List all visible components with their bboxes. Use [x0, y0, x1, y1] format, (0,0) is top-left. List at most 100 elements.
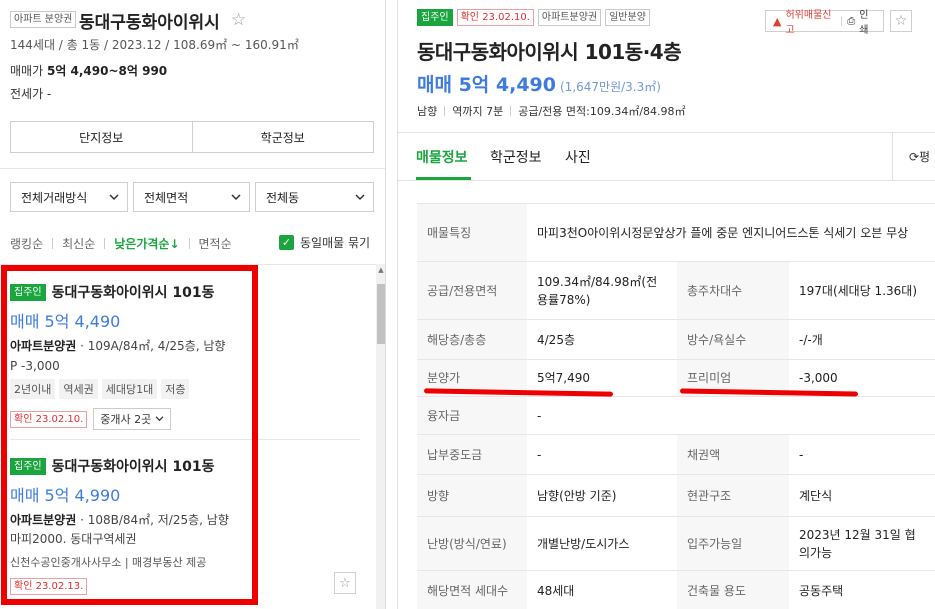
detail-direction: 남향 — [417, 105, 438, 118]
broker-count: 중개사 2곳 — [100, 413, 152, 426]
listing-title[interactable]: 동대구동화아이위시 101동 — [52, 456, 215, 476]
detail-area: 공급/전용 면적:109.34㎡/84.98㎡ — [518, 105, 686, 118]
feature-chip: 역세권 — [59, 379, 98, 399]
checkbox-checked-icon[interactable]: ✓ — [279, 235, 294, 250]
row-header: 공급/전용면적 — [417, 261, 527, 320]
table-row: 해당층/총층 4/25층 방수/욕실수 -/-개 — [417, 319, 935, 360]
broker-dropdown[interactable]: 중개사 2곳 — [93, 408, 172, 430]
table-row: 납부중도금 - 채권액 - — [417, 434, 935, 475]
listing-item[interactable]: 집주인 동대구동화아이위시 101동 매매 5억 4,990 아파트분양권 · … — [10, 456, 360, 595]
detail-price: 매매 5억 4,490 (1,647만원/3.3㎡) — [417, 70, 661, 97]
feature-chip: 세대당1대 — [101, 379, 158, 399]
listing-panel: 아파트 분양권 동대구동화아이위시 ☆ 144세대 / 총 1동 / 2023.… — [0, 0, 386, 609]
detail-title: 동대구동화아이위시 101동·4층 — [417, 40, 682, 64]
listing-extra: 마피2000. 동대구역세권 — [10, 532, 137, 546]
same-listing-label: 동일매물 묶기 — [300, 236, 371, 250]
sort-low-price[interactable]: 낮은가격순↓ — [114, 235, 179, 252]
chevron-down-icon — [109, 193, 119, 200]
favorite-star-icon[interactable]: ☆ — [890, 10, 912, 32]
refresh-icon: ⟳ — [908, 149, 919, 164]
table-row: 방향 남향(안방 기준) 현관구조 계단식 — [417, 474, 935, 517]
report-print-group: ▲ 허위매물신고 | ⎙ 인쇄 — [765, 10, 884, 36]
complex-type-tag: 아파트 분양권 — [10, 11, 77, 28]
tab-listing-info[interactable]: 매물정보 — [416, 147, 468, 167]
row-value: 공동주택 — [789, 570, 935, 609]
row-header: 현관구조 — [677, 474, 789, 517]
listing-type: 아파트분양권 — [10, 339, 77, 353]
complex-jeonse: 전세가 - — [10, 87, 52, 101]
row-value: - — [527, 396, 935, 435]
table-row: 해당면적 세대수 48세대 건축물 용도 공동주택 — [417, 570, 935, 609]
report-button[interactable]: 허위매물신고 — [785, 6, 835, 36]
refresh-label: 평 — [919, 150, 931, 164]
favorite-star-icon[interactable]: ☆ — [334, 572, 356, 594]
listing-extra: P -3,000 — [10, 359, 60, 373]
listing-detail: · 109A/84㎡, 4/25층, 남향 — [76, 339, 226, 353]
row-header: 총주차대수 — [677, 261, 789, 320]
row-header: 매물특징 — [417, 203, 527, 262]
row-value: -/-개 — [789, 319, 935, 360]
row-value: - — [527, 434, 677, 475]
scrollbar-thumb[interactable] — [377, 284, 385, 344]
filter-trade-type[interactable]: 전체거래방식 — [10, 182, 128, 212]
detail-actions: ▲ 허위매물신고 | ⎙ 인쇄 ☆ — [765, 10, 912, 36]
divider — [0, 168, 386, 169]
listing-title[interactable]: 동대구동화아이위시 101동 — [52, 282, 215, 302]
tab-school[interactable]: 학군정보 — [490, 147, 542, 167]
tab-complex-info[interactable]: 단지정보 — [11, 122, 192, 152]
siren-icon: ▲ — [773, 14, 782, 28]
print-icon: ⎙ — [847, 15, 856, 27]
listing-type: 아파트분양권 — [10, 513, 77, 527]
tab-photos[interactable]: 사진 — [565, 147, 591, 167]
complex-tabs: 단지정보 학군정보 — [10, 121, 374, 153]
filter-building-label: 전체동 — [266, 190, 300, 205]
row-value: 4/25층 — [527, 319, 677, 360]
feature-chip: 2년이내 — [10, 379, 56, 399]
divider — [10, 439, 360, 440]
tab-school-info[interactable]: 학군정보 — [191, 122, 374, 152]
divider — [398, 132, 935, 133]
listing-price: 매매 5억 4,990 — [10, 486, 121, 505]
feature-chip: 저층 — [161, 379, 190, 399]
row-header: 방향 — [417, 474, 527, 517]
filter-area[interactable]: 전체면적 — [133, 182, 250, 212]
row-header: 납부중도금 — [417, 434, 527, 475]
row-value: 남향(안방 기준) — [527, 474, 677, 517]
detail-price-value: 매매 5억 4,490 — [417, 74, 556, 96]
detail-panel: 집주인 확인 23.02.10. 아파트분양권 일반분양 ▲ 허위매물신고 | … — [397, 0, 935, 609]
listing-chips: 2년이내 역세권 세대당1대 저층 — [10, 379, 360, 399]
chevron-down-icon — [231, 193, 241, 200]
divider — [398, 180, 935, 181]
favorite-star-icon[interactable]: ☆ — [231, 10, 246, 30]
row-header: 해당층/총층 — [417, 319, 527, 360]
listing-price: 매매 5억 4,490 — [10, 312, 121, 331]
detail-price-unit: (1,647만원/3.3㎡) — [560, 80, 661, 94]
detail-station: 역까지 7분 — [452, 105, 504, 118]
refresh-button[interactable]: ⟳ 평 — [892, 133, 935, 180]
owner-badge: 집주인 — [10, 283, 46, 301]
sale-type-tag: 일반분양 — [605, 9, 650, 26]
row-header: 입주가능일 — [677, 516, 789, 571]
listing-source: 신천수공인중개사사무소 | 매경부동산 제공 — [10, 556, 207, 569]
row-value: 마피3천O아이위시정문앞상가 플에 중문 엔지니어드스톤 식세기 오븐 무상 — [527, 203, 935, 262]
listing-item[interactable]: 집주인 동대구동화아이위시 101동 매매 5억 4,490 아파트분양권 · … — [10, 282, 360, 430]
filter-building[interactable]: 전체동 — [255, 182, 374, 212]
filter-bar: 전체거래방식 전체면적 전체동 — [10, 182, 374, 212]
row-header: 방수/욕실수 — [677, 319, 789, 360]
print-button[interactable]: 인쇄 — [859, 6, 876, 36]
same-listing-toggle[interactable]: ✓ 동일매물 묶기 — [279, 234, 370, 251]
listing-info: 아파트분양권 · 109A/84㎡, 4/25층, 남향 — [10, 337, 360, 354]
table-row: 융자금 - — [417, 396, 935, 435]
confirm-date-badge: 확인 23.02.13. — [10, 578, 88, 595]
sort-latest[interactable]: 최신순 — [62, 235, 95, 252]
sort-ranking[interactable]: 랭킹순 — [10, 235, 43, 252]
row-value: 2023년 12월 31일 협의가능 — [789, 516, 935, 571]
complex-price: 매매가 5억 4,490~8억 990 — [10, 62, 167, 79]
sort-area[interactable]: 면적순 — [199, 235, 232, 252]
complex-price-label: 매매가 — [10, 64, 44, 78]
owner-badge: 집주인 — [10, 457, 46, 475]
confirm-date-badge: 확인 23.02.10. — [456, 9, 534, 26]
confirm-date-badge: 확인 23.02.10. — [10, 410, 88, 428]
row-header: 융자금 — [417, 396, 527, 435]
chevron-down-icon — [155, 416, 164, 422]
